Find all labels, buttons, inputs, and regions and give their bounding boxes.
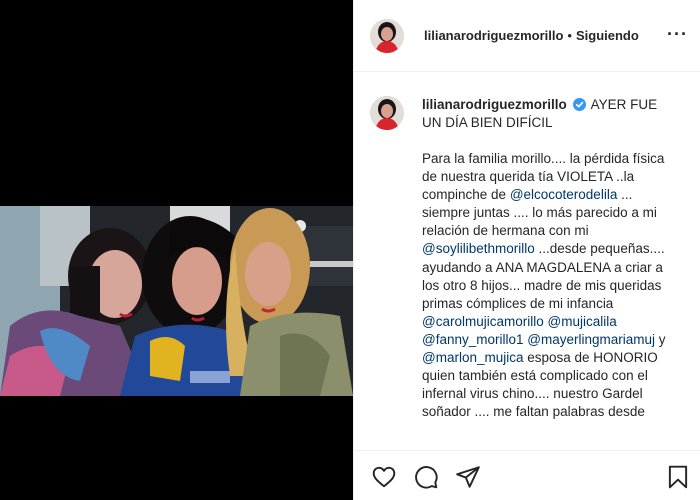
mention-link[interactable]: @marlon_mujica [422, 350, 524, 365]
comments-section[interactable]: lilianarodriguezmorillo AYER FUE UN DÍA … [354, 72, 700, 450]
mention-link[interactable]: @carolmujicamorillo [422, 314, 544, 329]
mention-link[interactable]: @mayerlingmariamuj [527, 332, 655, 347]
caption-text-segment [617, 314, 621, 329]
header-separator: • [567, 28, 572, 43]
caption-body: Para la familia morillo.... la pérdida f… [422, 150, 682, 421]
caption-row: lilianarodriguezmorillo AYER FUE UN DÍA … [370, 96, 685, 132]
bookmark-icon [668, 465, 688, 489]
caption-username[interactable]: lilianarodriguezmorillo [422, 97, 567, 112]
avatar[interactable] [370, 18, 404, 53]
photo-image [0, 206, 353, 396]
avatar-image [370, 18, 404, 53]
comment-icon [415, 466, 438, 489]
post-side-panel: lilianarodriguezmorillo • Siguiendo ··· … [353, 0, 700, 500]
mention-link[interactable]: @fanny_morillo1 [422, 332, 524, 347]
verified-badge-icon [572, 98, 586, 111]
following-button[interactable]: Siguiendo [576, 28, 639, 43]
caption-headline: lilianarodriguezmorillo AYER FUE UN DÍA … [422, 96, 678, 132]
share-button[interactable] [455, 464, 481, 490]
post-header: lilianarodriguezmorillo • Siguiendo ··· [354, 0, 700, 72]
post-photo[interactable] [0, 206, 353, 396]
action-bar [354, 450, 700, 500]
more-options-icon[interactable]: ··· [667, 25, 688, 43]
mention-link[interactable]: @mujicalila [548, 314, 617, 329]
mention-link[interactable]: @soylilibethmorillo [422, 241, 535, 256]
comment-button[interactable] [413, 464, 439, 490]
heart-icon [372, 466, 396, 488]
share-icon [456, 466, 480, 488]
save-button[interactable] [665, 464, 691, 490]
mention-link[interactable]: @elcocoterodelila [510, 187, 618, 202]
caption-avatar[interactable] [370, 96, 404, 130]
like-button[interactable] [371, 464, 397, 490]
caption-text-segment: y [655, 331, 670, 347]
header-username[interactable]: lilianarodriguezmorillo [424, 28, 563, 43]
caption-avatar-image [370, 96, 404, 130]
post-media[interactable] [0, 0, 353, 500]
